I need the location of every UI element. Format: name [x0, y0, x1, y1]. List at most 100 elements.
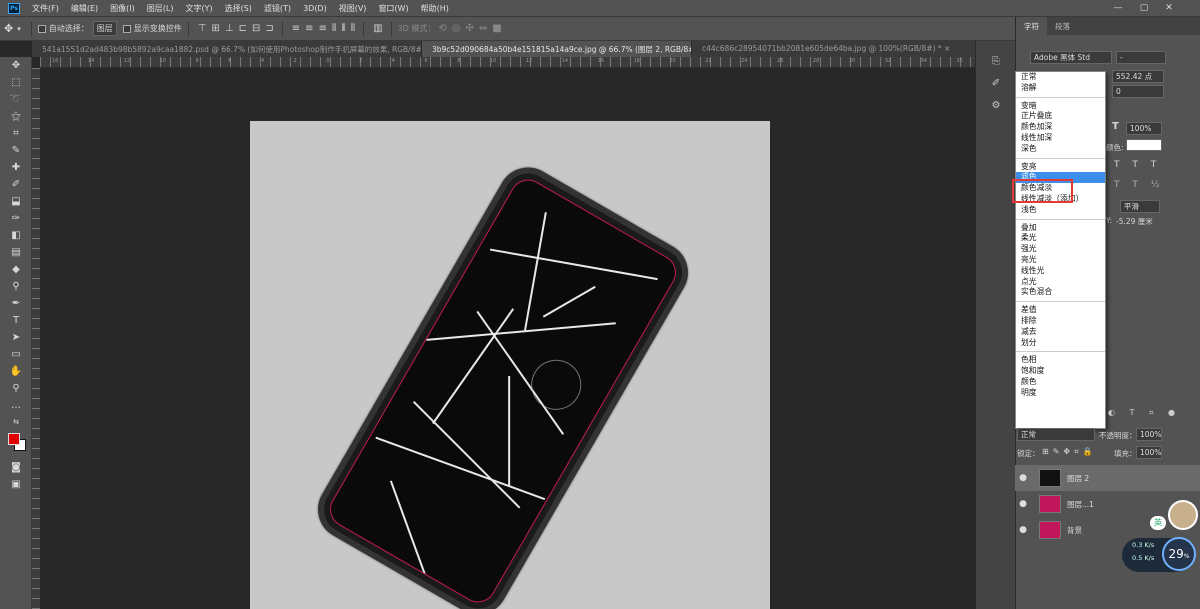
blend-option[interactable]: 变暗 — [1016, 101, 1105, 112]
zoom-tool-icon[interactable]: ⚲ — [0, 380, 32, 397]
layer-blend-mode-select[interactable]: 正常 — [1017, 428, 1095, 441]
avatar[interactable] — [1168, 500, 1198, 530]
rectangle-tool-icon[interactable]: ▭ — [0, 346, 32, 363]
blend-option[interactable]: 颜色加深 — [1016, 122, 1105, 133]
3d-slide-icon[interactable]: ⇔ — [479, 23, 487, 34]
align-top-icon[interactable]: ⊤ — [198, 23, 207, 34]
distribute-hcenter-icon[interactable]: ⦀ — [341, 23, 346, 34]
tab-doc-3[interactable]: c44c686c28954071bb2081e605de64ba.jpg @ 1… — [692, 41, 992, 57]
brush-settings-icon[interactable]: ✐ — [976, 73, 1016, 95]
ime-badge[interactable]: 英 — [1150, 516, 1166, 530]
align-left-icon[interactable]: ⊏ — [239, 23, 247, 34]
screen-mode-icon[interactable]: ▣ — [0, 476, 32, 493]
maximize-icon[interactable]: ▢ — [1138, 2, 1150, 14]
healing-brush-tool-icon[interactable]: ✚ — [0, 159, 32, 176]
distribute-left-icon[interactable]: ⦀ — [332, 23, 337, 34]
blend-option[interactable]: 正片叠底 — [1016, 111, 1105, 122]
auto-align-icon[interactable]: ▥ — [373, 23, 383, 34]
type-tool-icon[interactable]: T — [0, 312, 32, 329]
menu-file[interactable]: 文件(F) — [26, 3, 65, 14]
blend-option[interactable]: 饱和度 — [1016, 366, 1105, 377]
swap-colors-icon[interactable]: ⇆ — [0, 414, 32, 431]
menu-help[interactable]: 帮助(H) — [415, 3, 455, 14]
blend-option[interactable]: 正常 — [1016, 72, 1105, 83]
menu-filter[interactable]: 滤镜(T) — [258, 3, 297, 14]
blend-option[interactable]: 强光 — [1016, 244, 1105, 255]
layer-row[interactable]: ● 图层 2 — [1015, 465, 1200, 491]
magic-wand-tool-icon[interactable]: ⚝ — [0, 108, 32, 125]
blend-option[interactable]: 柔光 — [1016, 233, 1105, 244]
lock-icons[interactable]: ⊞✎✥⌗🔒 — [1042, 447, 1097, 457]
font-style-select[interactable]: - — [1116, 51, 1166, 64]
auto-select-dropdown[interactable]: 图层 — [92, 21, 117, 36]
chevron-down-icon[interactable]: ▾ — [17, 25, 21, 33]
menu-image[interactable]: 图像(I) — [104, 3, 141, 14]
blend-option[interactable]: 明度 — [1016, 388, 1105, 399]
menu-3d[interactable]: 3D(D) — [297, 4, 333, 13]
cpu-percent-circle[interactable]: 29% — [1162, 537, 1196, 571]
blend-option[interactable]: 变亮 — [1016, 162, 1105, 173]
blur-tool-icon[interactable]: ◆ — [0, 261, 32, 278]
blend-option[interactable]: 深色 — [1016, 144, 1105, 155]
blend-option[interactable]: 划分 — [1016, 338, 1105, 349]
distribute-bottom-icon[interactable]: ≡ — [319, 23, 327, 34]
tab-close-icon[interactable]: × — [944, 44, 950, 53]
eye-icon[interactable]: ● — [1015, 499, 1031, 509]
distribute-right-icon[interactable]: ⦀ — [351, 23, 356, 34]
stamp-tool-icon[interactable]: ⬓ — [0, 193, 32, 210]
blend-option[interactable]: 实色混合 — [1016, 287, 1105, 298]
path-selection-tool-icon[interactable]: ➤ — [0, 329, 32, 346]
antialias-select[interactable]: 平滑 — [1120, 200, 1160, 213]
distribute-top-icon[interactable]: ≡ — [292, 23, 300, 34]
move-tool-icon[interactable]: ✥ — [4, 22, 13, 35]
show-transform-checkbox[interactable] — [122, 24, 131, 33]
align-vcenter-icon[interactable]: ⊞ — [211, 23, 219, 34]
font-family-select[interactable]: Adobe 黑体 Std — [1030, 51, 1112, 64]
canvas-area[interactable] — [40, 68, 975, 609]
menu-layer[interactable]: 图层(L) — [141, 3, 180, 14]
tab-paragraph[interactable]: 段落 — [1047, 17, 1078, 35]
menu-window[interactable]: 窗口(W) — [372, 3, 414, 14]
font-size-field[interactable]: 552.42 点 — [1112, 70, 1164, 83]
menu-edit[interactable]: 编辑(E) — [65, 3, 104, 14]
align-right-icon[interactable]: ⊐ — [265, 23, 273, 34]
move-tool-icon[interactable]: ✥ — [0, 57, 32, 74]
adjustments-icon[interactable]: ⚙ — [976, 95, 1016, 117]
history-brush-tool-icon[interactable]: ✑ — [0, 210, 32, 227]
marquee-tool-icon[interactable]: ⬚ — [0, 74, 32, 91]
crop-tool-icon[interactable]: ⌗ — [0, 125, 32, 142]
minimize-icon[interactable]: — — [1112, 2, 1124, 14]
lasso-tool-icon[interactable]: ➰ — [0, 91, 32, 108]
layer-filter-icons[interactable]: ◐ T ⌗ ● — [1108, 408, 1181, 418]
blend-option[interactable]: 叠加 — [1016, 223, 1105, 234]
blend-option[interactable]: 色相 — [1016, 355, 1105, 366]
3d-scale-icon[interactable]: ■ — [492, 23, 502, 34]
3d-rotate-icon[interactable]: ⟲ — [438, 23, 446, 34]
blend-option[interactable]: 浅色 — [1016, 205, 1105, 216]
pen-tool-icon[interactable]: ✒ — [0, 295, 32, 312]
blend-option[interactable]: 亮光 — [1016, 255, 1105, 266]
blend-option[interactable]: 线性光 — [1016, 266, 1105, 277]
close-icon[interactable]: ✕ — [1163, 2, 1175, 14]
menu-type[interactable]: 文字(Y) — [179, 3, 218, 14]
foreground-color-swatch[interactable] — [8, 433, 20, 445]
eraser-tool-icon[interactable]: ◧ — [0, 227, 32, 244]
scale-field[interactable]: 100% — [1126, 122, 1162, 135]
color-swatches[interactable] — [0, 431, 31, 459]
gradient-tool-icon[interactable]: ▤ — [0, 244, 32, 261]
opacity-field[interactable]: 100% — [1136, 428, 1162, 441]
blend-option[interactable]: 线性加深 — [1016, 133, 1105, 144]
text-style-buttons[interactable]: T T T — [1114, 160, 1161, 170]
more-tools-icon[interactable]: … — [0, 397, 32, 414]
eye-icon[interactable]: ● — [1015, 473, 1031, 483]
blend-option[interactable]: 差值 — [1016, 305, 1105, 316]
tab-character[interactable]: 字符 — [1016, 17, 1047, 35]
eye-icon[interactable]: ● — [1015, 525, 1031, 535]
brush-tool-icon[interactable]: ✐ — [0, 176, 32, 193]
align-bottom-icon[interactable]: ⊥ — [225, 23, 234, 34]
align-hcenter-icon[interactable]: ⊟ — [252, 23, 260, 34]
hand-tool-icon[interactable]: ✋ — [0, 363, 32, 380]
menu-view[interactable]: 视图(V) — [333, 3, 373, 14]
blend-option[interactable]: 溶解 — [1016, 83, 1105, 94]
3d-roll-icon[interactable]: ◎ — [452, 23, 461, 34]
